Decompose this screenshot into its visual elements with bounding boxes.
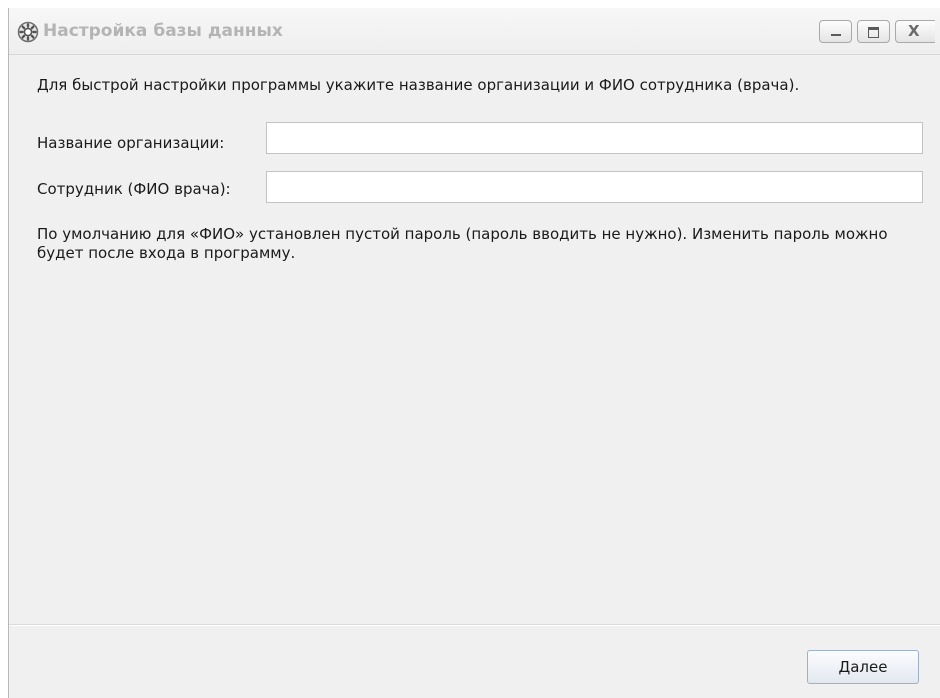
footer-divider [9,624,940,626]
employee-input[interactable] [266,171,923,203]
minimize-icon [831,34,841,36]
close-button[interactable]: X [895,20,935,43]
close-icon: X [908,22,920,40]
employee-label: Сотрудник (ФИО врача): [37,180,231,198]
minimize-button[interactable] [819,20,852,43]
maximize-button[interactable] [857,20,890,43]
gear-icon [17,21,39,43]
password-note: По умолчанию для «ФИО» установлен пустой… [37,225,888,262]
maximize-icon [868,27,879,38]
settings-window: Настройка базы данных X Для быстрой наст… [8,8,940,698]
window-title: Настройка базы данных [43,21,283,41]
organization-input[interactable] [266,122,923,154]
next-button[interactable]: Далее [807,650,919,684]
intro-text: Для быстрой настройки программы укажите … [37,76,800,94]
title-bar[interactable]: Настройка базы данных X [9,8,940,55]
organization-label: Название организации: [37,134,225,152]
